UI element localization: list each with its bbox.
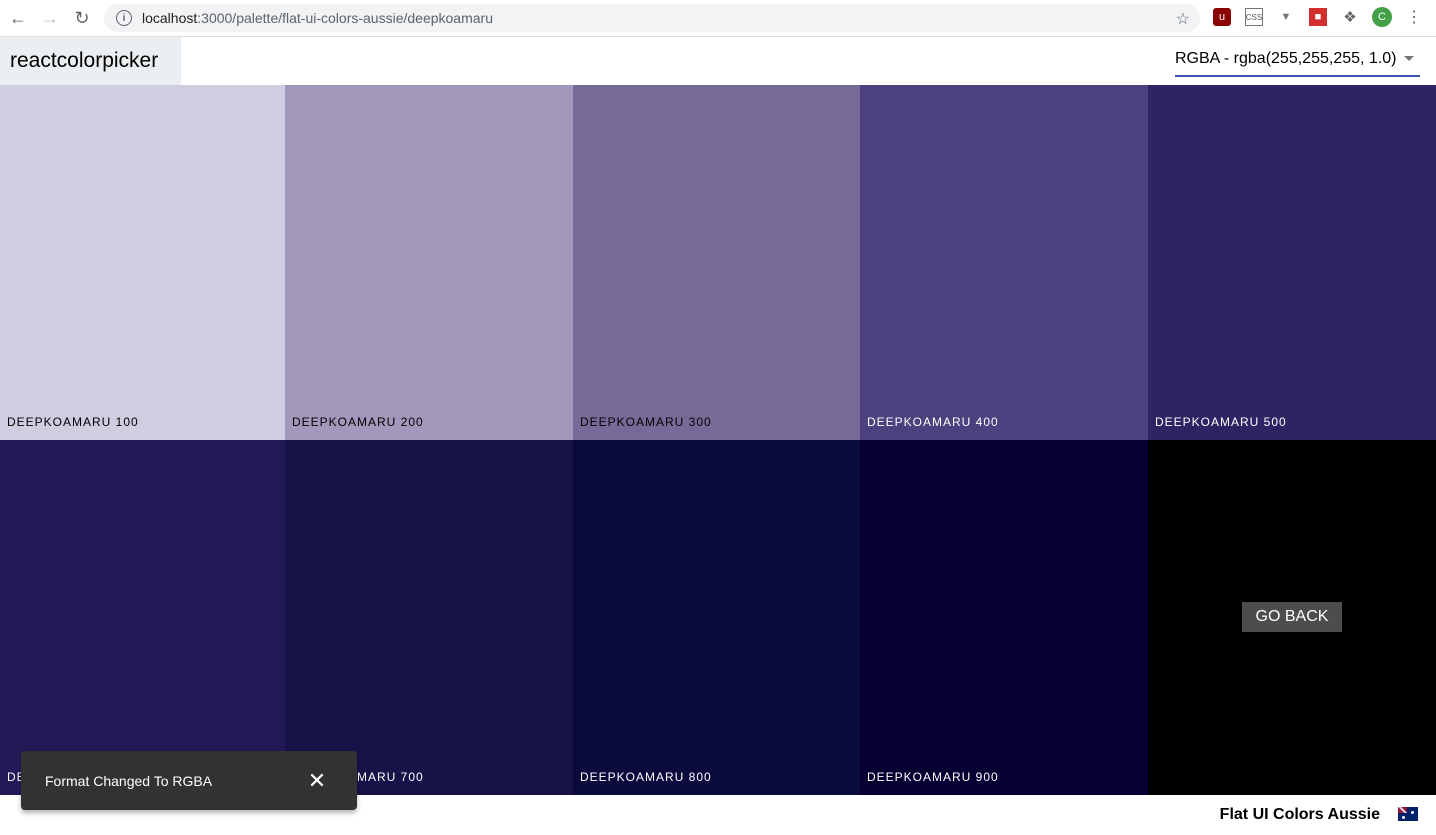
reload-icon[interactable]: ↻ [66,2,98,34]
color-box[interactable]: DEEPKOAMARU 600 [0,440,285,795]
color-box[interactable]: DEEPKOAMARU 400 [860,85,1148,440]
extension-red-icon[interactable]: ■ [1309,8,1327,26]
vue-devtools-icon[interactable]: ▼ [1277,8,1295,26]
color-box[interactable]: DEEPKOAMARU 100 [0,85,285,440]
app-navbar: reactcolorpicker RGBA - rgba(255,255,255… [0,37,1436,85]
ublock-icon[interactable]: u [1213,8,1231,26]
color-box-label: DEEPKOAMARU 300 [580,415,712,429]
forward-arrow-icon[interactable]: → [34,2,66,34]
color-box[interactable]: DEEPKOAMARU 200 [285,85,573,440]
color-box[interactable]: DEEPKOAMARU 700 [285,440,573,795]
color-box[interactable]: DEEPKOAMARU 900 [860,440,1148,795]
palette-name: Flat UI Colors Aussie [1219,806,1380,823]
puzzle-extensions-icon[interactable]: ❖ [1341,8,1359,26]
format-select-value: RGBA - rgba(255,255,255, 1.0) [1175,50,1397,67]
color-box[interactable]: DEEPKOAMARU 800 [573,440,860,795]
go-back-button[interactable]: GO BACK [1242,602,1342,632]
snackbar: Format Changed To RGBA ✕ [21,751,357,810]
snackbar-message: Format Changed To RGBA [45,772,213,789]
format-select[interactable]: RGBA - rgba(255,255,255, 1.0) [1175,43,1420,77]
browser-toolbar: ← → ↻ i localhost:3000/palette/flat-ui-c… [0,0,1436,37]
palette-grid: DEEPKOAMARU 100 DEEPKOAMARU 200 DEEPKOAMAR… [0,85,1436,795]
color-box-label: DEEPKOAMARU 800 [580,770,712,784]
url-text: localhost:3000/palette/flat-ui-colors-au… [142,10,493,26]
info-icon[interactable]: i [116,10,132,26]
menu-kebab-icon[interactable]: ⋮ [1405,8,1423,26]
close-icon[interactable]: ✕ [305,768,329,793]
profile-avatar-icon[interactable]: C [1372,7,1392,27]
address-bar[interactable]: i localhost:3000/palette/flat-ui-colors-… [104,4,1200,32]
url-host: localhost [142,10,198,26]
color-box[interactable]: DEEPKOAMARU 300 [573,85,860,440]
caret-down-icon [1404,56,1414,61]
color-box-label: DEEPKOAMARU 400 [867,415,999,429]
back-arrow-icon[interactable]: ← [2,2,34,34]
color-box-label: DEEPKOAMARU 900 [867,770,999,784]
color-box-label: DEEPKOAMARU 500 [1155,415,1287,429]
australia-flag-icon [1398,807,1418,821]
app-logo[interactable]: reactcolorpicker [0,37,181,85]
css-extension-icon[interactable]: CSS [1245,8,1263,26]
color-box-label: DEEPKOAMARU 200 [292,415,424,429]
bookmark-star-icon[interactable]: ☆ [1176,9,1190,29]
color-box[interactable]: DEEPKOAMARU 500 [1148,85,1436,440]
url-path: :3000/palette/flat-ui-colors-aussie/deep… [197,10,493,26]
color-box-label: DEEPKOAMARU 100 [7,415,139,429]
